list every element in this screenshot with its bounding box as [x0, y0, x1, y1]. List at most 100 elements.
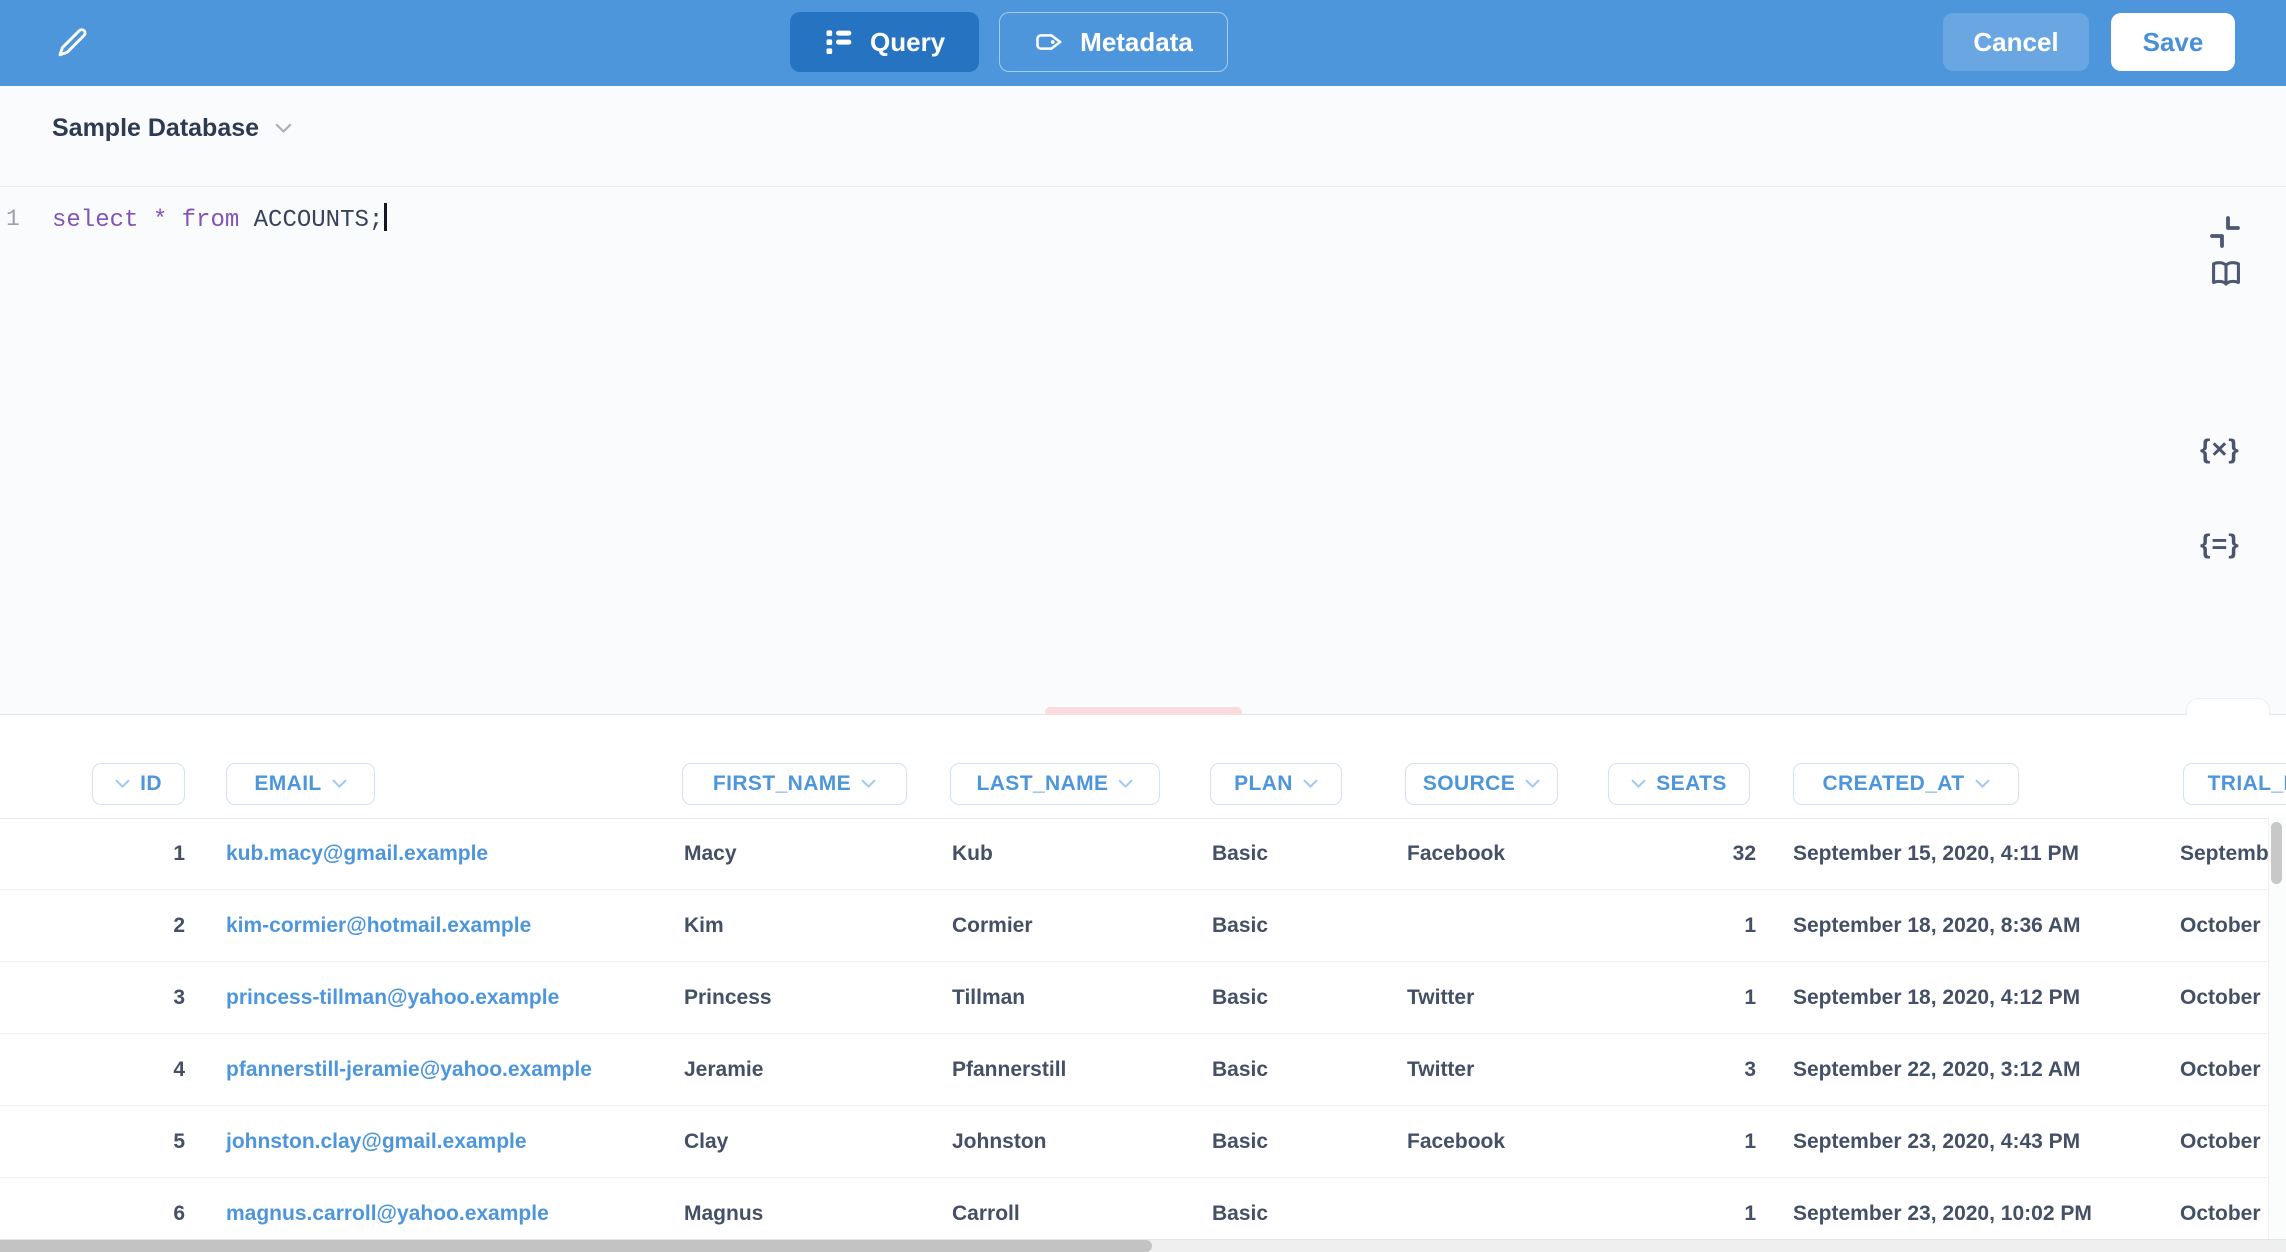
cell-created_at[interactable]: September 18, 2020, 8:36 AM: [1793, 890, 2128, 961]
cell-seats[interactable]: 1: [1608, 890, 1756, 961]
chevron-down-icon: [1975, 779, 1990, 789]
sql-editor-panel: Sample Database 1 select * from ACCOUNTS…: [0, 86, 2286, 715]
cell-plan[interactable]: Basic: [1212, 962, 1392, 1033]
chevron-down-icon: [115, 779, 130, 789]
query-results-table: ID EMAIL FIRST_NAME LAST_NAME PLAN SOURCE SEAT…: [0, 715, 2286, 1252]
column-header-first_name[interactable]: FIRST_NAME: [682, 763, 907, 805]
cell-email[interactable]: kim-cormier@hotmail.example: [226, 890, 666, 961]
column-header-label: SOURCE: [1423, 772, 1515, 796]
cell-last_name[interactable]: Kub: [952, 818, 1197, 889]
cell-plan[interactable]: Basic: [1212, 1106, 1392, 1177]
sql-star-operator: *: [153, 207, 167, 234]
cell-first_name[interactable]: Princess: [684, 962, 939, 1033]
sql-code-line: select * from ACCOUNTS;: [52, 203, 387, 234]
cell-email[interactable]: pfannerstill-jeramie@yahoo.example: [226, 1034, 666, 1105]
tab-metadata[interactable]: Metadata: [999, 12, 1228, 72]
sql-keyword: from: [182, 207, 240, 234]
cell-seats[interactable]: 1: [1608, 1106, 1756, 1177]
cell-email[interactable]: johnston.clay@gmail.example: [226, 1106, 666, 1177]
pencil-icon: [52, 24, 90, 62]
column-header-label: PLAN: [1234, 772, 1293, 796]
notebook-icon: [824, 27, 854, 57]
data-reference-button[interactable]: [2208, 256, 2244, 297]
cell-seats[interactable]: 3: [1608, 1034, 1756, 1105]
cell-first_name[interactable]: Macy: [684, 818, 939, 889]
database-name: Sample Database: [52, 114, 259, 143]
chevron-down-icon: [1118, 779, 1133, 789]
cell-source[interactable]: Facebook: [1407, 818, 1597, 889]
cancel-button[interactable]: Cancel: [1943, 13, 2089, 71]
column-header-email[interactable]: EMAIL: [226, 763, 375, 805]
cell-plan[interactable]: Basic: [1212, 818, 1392, 889]
line-number: 1: [6, 206, 32, 232]
cell-first_name[interactable]: Kim: [684, 890, 939, 961]
column-header-trial_en[interactable]: TRIAL_EN: [2183, 763, 2286, 805]
text-cursor: [384, 203, 387, 231]
cell-seats[interactable]: 32: [1608, 818, 1756, 889]
tab-metadata-label: Metadata: [1080, 27, 1193, 58]
cell-last_name[interactable]: Cormier: [952, 890, 1197, 961]
save-button[interactable]: Save: [2111, 13, 2235, 71]
cell-id[interactable]: 1: [60, 818, 185, 889]
cell-source[interactable]: Facebook: [1407, 1106, 1597, 1177]
cell-created_at[interactable]: September 18, 2020, 4:12 PM: [1793, 962, 2128, 1033]
tag-icon: [1034, 27, 1064, 57]
native-query-editor-screen: Query Metadata Cancel Save Sample Databa…: [0, 0, 2286, 1252]
cell-created_at[interactable]: September 15, 2020, 4:11 PM: [1793, 818, 2128, 889]
cell-first_name[interactable]: Jeramie: [684, 1034, 939, 1105]
table-row: 2 kim-cormier@hotmail.example KimCormierBa…: [0, 890, 2286, 962]
tab-query-label: Query: [870, 27, 945, 58]
cell-id[interactable]: 5: [60, 1106, 185, 1177]
column-header-label: SEATS: [1656, 772, 1726, 796]
cell-email[interactable]: kub.macy@gmail.example: [226, 818, 666, 889]
cell-last_name[interactable]: Pfannerstill: [952, 1034, 1197, 1105]
column-header-created_at[interactable]: CREATED_AT: [1793, 763, 2019, 805]
sql-table-name: ACCOUNTS;: [254, 207, 384, 234]
variables-icon: {×}: [2200, 434, 2240, 464]
editor-tabs: Query Metadata: [790, 12, 1228, 72]
vertical-scrollbar[interactable]: [2271, 822, 2282, 884]
column-header-id[interactable]: ID: [92, 763, 185, 805]
cell-id[interactable]: 4: [60, 1034, 185, 1105]
cell-source[interactable]: [1407, 890, 1597, 961]
sql-keyword: select: [52, 207, 138, 234]
cell-source[interactable]: Twitter: [1407, 962, 1597, 1033]
cell-created_at[interactable]: September 22, 2020, 3:12 AM: [1793, 1034, 2128, 1105]
cell-seats[interactable]: 1: [1608, 962, 1756, 1033]
top-bar-actions: Cancel Save: [1943, 13, 2235, 71]
cell-source[interactable]: Twitter: [1407, 1034, 1597, 1105]
top-bar: Query Metadata Cancel Save: [0, 0, 2286, 86]
edit-name-button[interactable]: [52, 24, 90, 62]
chevron-down-icon: [1525, 779, 1540, 789]
cell-last_name[interactable]: Johnston: [952, 1106, 1197, 1177]
chevron-down-icon: [275, 123, 292, 134]
cell-last_name[interactable]: Tillman: [952, 962, 1197, 1033]
cell-created_at[interactable]: September 23, 2020, 4:43 PM: [1793, 1106, 2128, 1177]
table-row: 4 pfannerstill-jeramie@yahoo.example Jeram…: [0, 1034, 2286, 1106]
cell-plan[interactable]: Basic: [1212, 1034, 1392, 1105]
cell-first_name[interactable]: Clay: [684, 1106, 939, 1177]
column-header-label: FIRST_NAME: [713, 772, 851, 796]
database-selector[interactable]: Sample Database: [52, 114, 292, 143]
variables-button[interactable]: {×}: [2200, 434, 2240, 465]
column-header-source[interactable]: SOURCE: [1405, 763, 1558, 805]
column-header-seats[interactable]: SEATS: [1608, 763, 1750, 805]
cell-id[interactable]: 3: [60, 962, 185, 1033]
column-header-plan[interactable]: PLAN: [1210, 763, 1342, 805]
column-header-label: TRIAL_EN: [2208, 772, 2286, 796]
tab-query[interactable]: Query: [790, 12, 979, 72]
column-header-label: LAST_NAME: [977, 772, 1109, 796]
snippet-icon: {=}: [2200, 529, 2240, 559]
chevron-down-icon: [332, 779, 347, 789]
cell-email[interactable]: princess-tillman@yahoo.example: [226, 962, 666, 1033]
snippets-button[interactable]: {=}: [2200, 529, 2240, 560]
horizontal-scrollbar[interactable]: [0, 1240, 1152, 1252]
column-header-label: CREATED_AT: [1822, 772, 1964, 796]
column-header-last_name[interactable]: LAST_NAME: [950, 763, 1160, 805]
table-row: 5 johnston.clay@gmail.example ClayJohnston…: [0, 1106, 2286, 1178]
cell-plan[interactable]: Basic: [1212, 890, 1392, 961]
book-icon: [2208, 256, 2244, 292]
sql-code-area[interactable]: 1 select * from ACCOUNTS;: [0, 187, 2286, 714]
cell-id[interactable]: 2: [60, 890, 185, 961]
horizontal-scrollbar-track: [0, 1239, 2286, 1252]
